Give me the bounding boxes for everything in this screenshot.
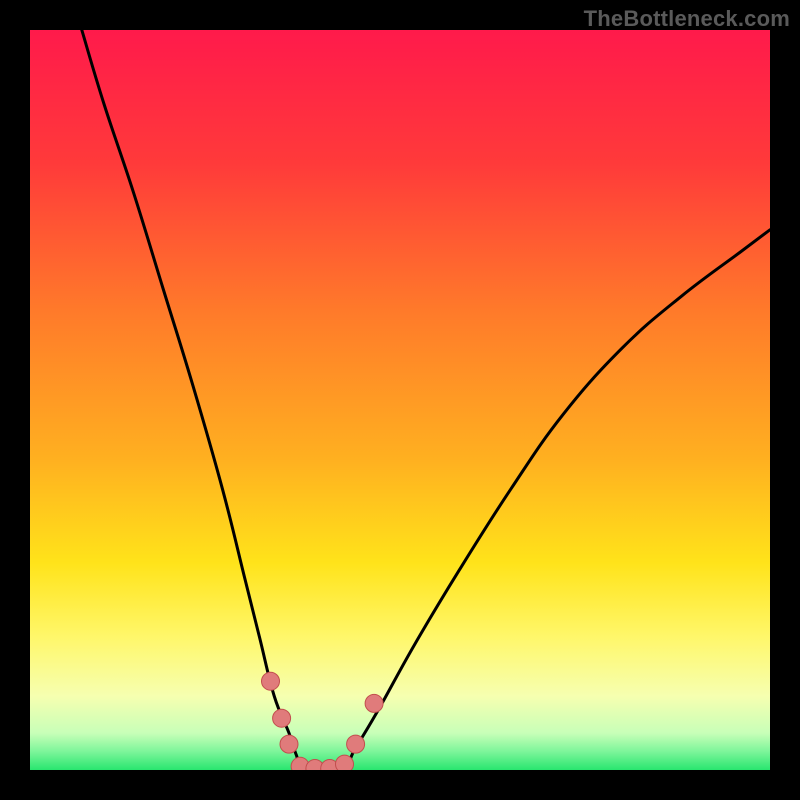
plot-area [30, 30, 770, 770]
chart-svg [30, 30, 770, 770]
gradient-background [30, 30, 770, 770]
valley-marker [280, 735, 298, 753]
valley-marker [336, 755, 354, 770]
attribution-text: TheBottleneck.com [584, 6, 790, 32]
valley-marker [262, 672, 280, 690]
valley-marker [347, 735, 365, 753]
valley-marker [273, 709, 291, 727]
outer-frame: TheBottleneck.com [0, 0, 800, 800]
valley-marker [365, 694, 383, 712]
